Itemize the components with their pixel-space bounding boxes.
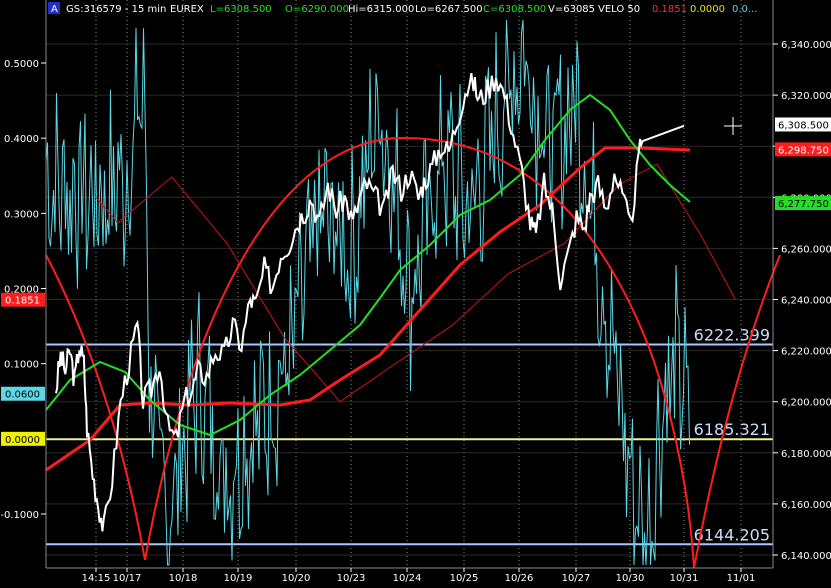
symbol-text: GS:316579 - 15 min (66, 4, 166, 15)
x-axis-tick-label: 10/24 (393, 573, 422, 584)
x-axis-tick-label: 10/27 (562, 573, 591, 584)
low-text: Lo=6267.500 (415, 4, 483, 15)
open-text: O=6290.000 (285, 4, 349, 15)
x-axis-tick-label: 10/26 (505, 573, 534, 584)
indicator-tag-label: 0.0600 (5, 390, 40, 401)
right-axis-tick-label: 6,140.000 (781, 551, 831, 562)
indicator-value-3: 0.0... (732, 4, 757, 15)
level-label: 6222.399 (694, 325, 770, 344)
x-axis-tick-label: 10/18 (169, 573, 198, 584)
indicator-tag-label: 0.1851 (5, 296, 40, 307)
chart-canvas[interactable]: 6222.399 6185.321 6144.205 6,340.000 6,320.… (0, 0, 831, 588)
chart-background (0, 0, 831, 588)
level-label: 6144.205 (694, 525, 770, 544)
right-axis-tick-label: 6,260.000 (781, 244, 831, 255)
price-tag-label: 6,308.500 (778, 120, 829, 131)
indicator-value-1: 0.1851 (652, 4, 687, 15)
x-axis-tick-label: 14:15 (82, 573, 111, 584)
exchange-text: EUREX (170, 4, 204, 15)
left-axis-tick-label: 0.1000 (4, 360, 39, 371)
right-axis-tick-label: 6,240.000 (781, 296, 831, 307)
right-axis-tick-label: 6,320.000 (781, 91, 831, 102)
right-axis-tick-label: 6,220.000 (781, 347, 831, 358)
right-axis-tick-label: 6,340.000 (781, 40, 831, 51)
x-axis-tick-label: 10/20 (282, 573, 311, 584)
level-label: 6185.321 (694, 420, 770, 439)
right-axis-tick-label: 6,160.000 (781, 500, 831, 511)
left-axis-tick-label: 0.4000 (4, 134, 39, 145)
left-axis-tick-label: -0.1000 (0, 510, 39, 521)
right-axis-tick-label: 6,200.000 (781, 398, 831, 409)
indicator-tag-label: 0.0000 (5, 435, 40, 446)
left-axis-tick-label: 0.5000 (4, 59, 39, 70)
indicator-value-2: 0.0000 (690, 4, 725, 15)
x-axis-tick-label: 10/17 (113, 573, 142, 584)
x-axis-tick-label: 10/25 (450, 573, 479, 584)
right-axis-tick-label: 6,180.000 (781, 449, 831, 460)
x-axis-tick-label: 10/31 (670, 573, 699, 584)
chart-header: A GS:316579 - 15 min EUREX L=6308.500 O=… (48, 2, 757, 15)
price-tag-label: 6,277.750 (778, 199, 829, 210)
x-axis-tick-label: 10/30 (616, 573, 645, 584)
high-text: Hi=6315.000 (348, 4, 414, 15)
x-axis-tick-label: 10/23 (337, 573, 366, 584)
last-text: L=6308.500 (210, 4, 272, 15)
indicator-name: VELO 50 (598, 4, 640, 15)
symbol-badge-text: A (51, 4, 58, 15)
price-tag-label: 6,298.750 (778, 145, 829, 156)
x-axis-tick-label: 11/01 (727, 573, 756, 584)
close-text: C=6308.500 (483, 4, 546, 15)
left-axis-tick-label: 0.3000 (4, 209, 39, 220)
x-axis-tick-label: 10/19 (224, 573, 253, 584)
volume-text: V=63085 (548, 4, 595, 15)
